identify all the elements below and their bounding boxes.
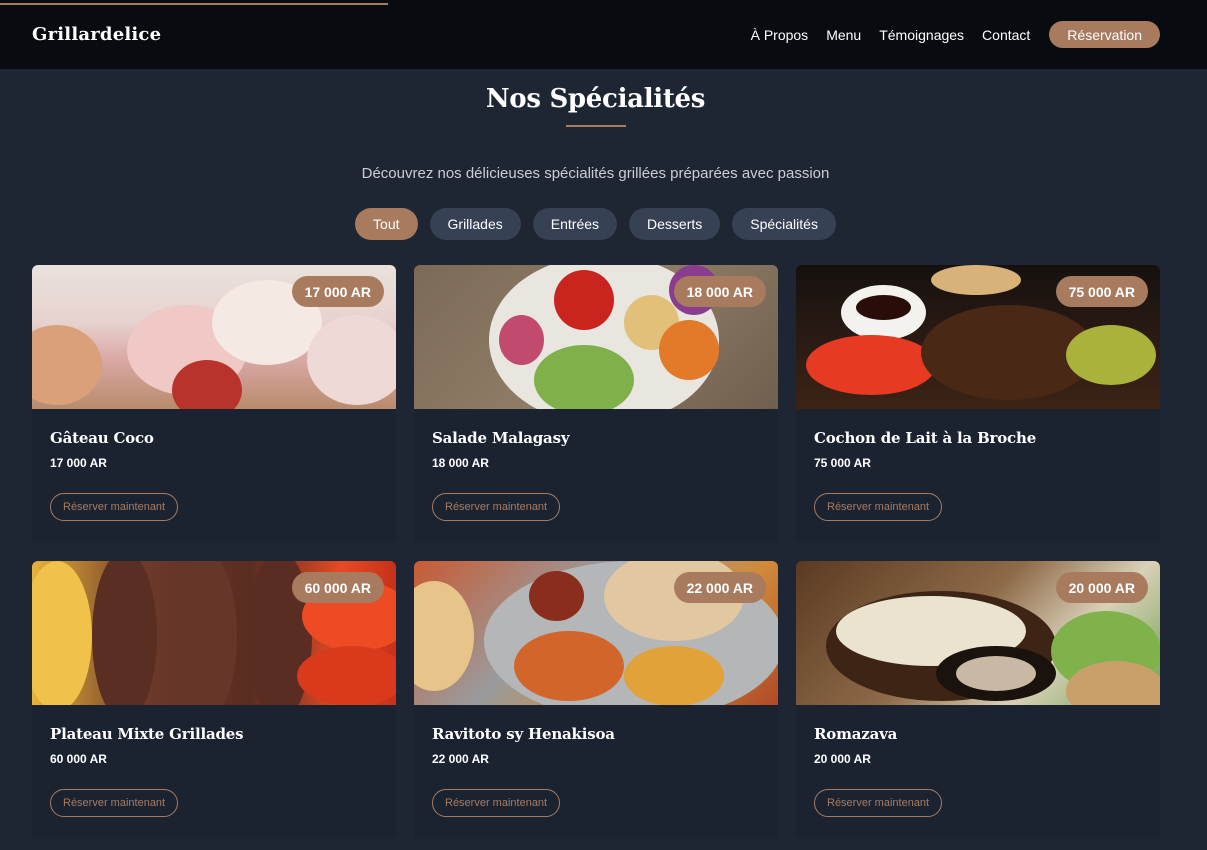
dish-grid: 17 000 AR Gâteau Coco 17 000 AR Réserver… [32, 265, 1160, 839]
nav-link-menu[interactable]: Menu [826, 27, 861, 43]
category-filters: Tout Grillades Entrées Desserts Spéciali… [0, 208, 1191, 240]
dish-image: 18 000 AR [414, 265, 778, 409]
dish-price: 22 000 AR [432, 752, 489, 766]
price-badge: 60 000 AR [291, 572, 384, 603]
dish-name: Plateau Mixte Grillades [50, 725, 244, 743]
book-now-button[interactable]: Réserver maintenant [50, 789, 179, 817]
filter-grillades[interactable]: Grillades [429, 208, 521, 240]
dish-price: 75 000 AR [814, 456, 871, 470]
price-badge: 18 000 AR [673, 276, 766, 307]
filter-specialites[interactable]: Spécialités [732, 208, 836, 240]
dish-card: 20 000 AR Romazava 20 000 AR Réserver ma… [796, 561, 1160, 839]
site-logo[interactable]: Grillardelice [32, 24, 161, 45]
nav-link-testimonials[interactable]: Témoignages [879, 27, 964, 43]
dish-name: Salade Malagasy [432, 429, 570, 447]
book-now-button[interactable]: Réserver maintenant [432, 493, 561, 521]
filter-desserts[interactable]: Desserts [629, 208, 721, 240]
price-badge: 22 000 AR [673, 572, 766, 603]
dish-card: 22 000 AR Ravitoto sy Henakisoa 22 000 A… [414, 561, 778, 839]
filter-entrees[interactable]: Entrées [532, 208, 618, 240]
dish-name: Gâteau Coco [50, 429, 154, 447]
dish-price: 60 000 AR [50, 752, 107, 766]
price-badge: 75 000 AR [1055, 276, 1148, 307]
dish-image: 22 000 AR [414, 561, 778, 705]
dish-card: 60 000 AR Plateau Mixte Grillades 60 000… [32, 561, 396, 839]
dish-name: Romazava [814, 725, 898, 743]
dish-image: 60 000 AR [32, 561, 396, 705]
dish-card: 75 000 AR Cochon de Lait à la Broche 75 … [796, 265, 1160, 543]
section-subtitle: Découvrez nos délicieuses spécialités gr… [361, 165, 830, 182]
nav-link-about[interactable]: À Propos [751, 27, 809, 43]
dish-price: 17 000 AR [50, 456, 107, 470]
dish-image: 20 000 AR [796, 561, 1160, 705]
dish-image: 75 000 AR [796, 265, 1160, 409]
dish-price: 20 000 AR [814, 752, 871, 766]
dish-name: Ravitoto sy Henakisoa [432, 725, 615, 743]
filter-all[interactable]: Tout [355, 208, 418, 240]
main-nav: À Propos Menu Témoignages Contact Réserv… [733, 21, 1160, 48]
book-now-button[interactable]: Réserver maintenant [432, 789, 561, 817]
dish-card: 17 000 AR Gâteau Coco 17 000 AR Réserver… [32, 265, 396, 543]
book-now-button[interactable]: Réserver maintenant [814, 493, 943, 521]
site-header: Grillardelice À Propos Menu Témoignages … [0, 0, 1207, 69]
book-now-button[interactable]: Réserver maintenant [50, 493, 179, 521]
title-underline [566, 125, 626, 127]
dish-image: 17 000 AR [32, 265, 396, 409]
nav-link-contact[interactable]: Contact [982, 27, 1030, 43]
section-title: Nos Spécialités [485, 84, 706, 114]
dish-price: 18 000 AR [432, 456, 489, 470]
reservation-button[interactable]: Réservation [1049, 21, 1160, 48]
price-badge: 20 000 AR [1055, 572, 1148, 603]
book-now-button[interactable]: Réserver maintenant [814, 789, 943, 817]
price-badge: 17 000 AR [291, 276, 384, 307]
dish-name: Cochon de Lait à la Broche [814, 429, 1037, 447]
dish-card: 18 000 AR Salade Malagasy 18 000 AR Rése… [414, 265, 778, 543]
scroll-progress-bar [0, 3, 388, 5]
